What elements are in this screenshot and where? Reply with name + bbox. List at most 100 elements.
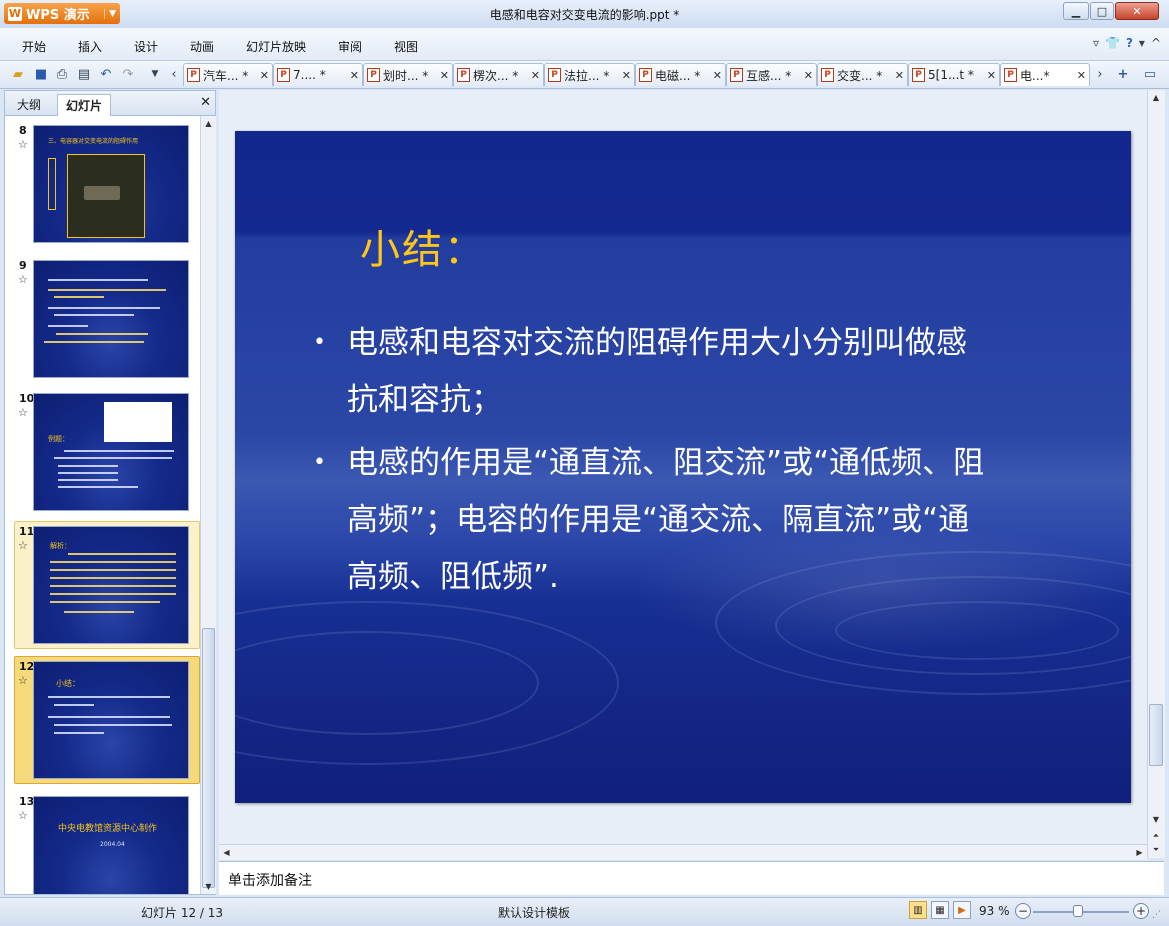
normal-view-button[interactable]: ▥ (909, 901, 927, 919)
bullet-text[interactable]: 电感和电容对交流的阻碍作用大小分别叫做感 抗和容抗； (347, 315, 1067, 429)
status-bar: 幻灯片 12 / 13 默认设计模板 ▥ ▦ ▶ 93 % − + ⋰ (0, 897, 1169, 926)
options-icon[interactable]: ▾ (1139, 36, 1145, 50)
close-tab-icon[interactable]: ✕ (260, 69, 269, 82)
scroll-thumb[interactable] (1149, 704, 1163, 766)
tab-list-icon[interactable]: ▭ (1142, 66, 1158, 82)
slide-thumbnail[interactable]: 解析： (33, 526, 189, 644)
print-preview-icon[interactable]: ▤ (76, 66, 92, 82)
tab-scroll-left-icon[interactable]: ‹ (166, 66, 182, 82)
close-tab-icon[interactable]: ✕ (440, 69, 449, 82)
close-button[interactable]: ✕ (1115, 2, 1159, 20)
help-icon[interactable]: ? (1126, 36, 1133, 50)
doc-tab[interactable]: P 7.... * ✕ (273, 63, 363, 86)
doc-tab-active[interactable]: P 电...* ✕ (1000, 63, 1090, 86)
maximize-button[interactable]: □ (1090, 2, 1114, 20)
slideshow-button[interactable]: ▶ (953, 901, 971, 919)
tab-scroll-right-icon[interactable]: › (1092, 66, 1108, 82)
doc-tab[interactable]: P 互感... * ✕ (726, 63, 817, 86)
close-tab-icon[interactable]: ✕ (622, 69, 631, 82)
slide-thumbnail[interactable]: 例题： (33, 393, 189, 511)
zoom-out-button[interactable]: − (1015, 903, 1031, 919)
doc-tab-label: 划时... * (383, 68, 429, 83)
slide-thumbnail[interactable]: 小结： (33, 661, 189, 779)
slide-sorter-button[interactable]: ▦ (931, 901, 949, 919)
redo-icon[interactable]: ↷ (120, 66, 136, 82)
scroll-right-icon[interactable]: ▶ (1132, 845, 1147, 860)
close-tab-icon[interactable]: ✕ (987, 69, 996, 82)
scroll-thumb[interactable] (202, 628, 215, 888)
scroll-down-icon[interactable]: ▼ (201, 879, 216, 894)
ppt-file-icon: P (187, 68, 200, 82)
close-tab-icon[interactable]: ✕ (895, 69, 904, 82)
thumbnail-scrollbar[interactable]: ▲ ▼ (200, 116, 216, 894)
new-tab-icon[interactable]: + (1115, 66, 1131, 82)
thumbnail-item[interactable]: 11 ☆ 解析： (5, 517, 200, 647)
scroll-up-icon[interactable]: ▲ (201, 116, 216, 131)
print-icon[interactable]: ⎙ (54, 66, 70, 82)
bullet-dot: • (313, 450, 326, 475)
tab-outline[interactable]: 大纲 (9, 94, 49, 115)
doc-tab[interactable]: P 法拉... * ✕ (544, 63, 635, 86)
menu-slideshow[interactable]: 幻灯片放映 (246, 38, 306, 55)
notes-placeholder[interactable]: 单击添加备注 (228, 870, 312, 890)
close-tab-icon[interactable]: ✕ (713, 69, 722, 82)
slide-thumbnail[interactable]: 中央电教馆资源中心制作 2004.04 (33, 796, 189, 894)
slide-thumbnail[interactable]: 三、电容器对交变电流的阻碍作用 (33, 125, 189, 243)
minimize-button[interactable]: ▁ (1063, 2, 1089, 20)
close-tab-icon[interactable]: ✕ (804, 69, 813, 82)
menu-design[interactable]: 设计 (134, 38, 158, 55)
chevron-down-icon[interactable]: ▿ (1093, 36, 1099, 50)
doc-tab[interactable]: P 电磁... * ✕ (635, 63, 726, 86)
previous-slide-icon[interactable]: ⏶ (1148, 828, 1164, 843)
zoom-slider-handle[interactable] (1073, 905, 1083, 917)
slide-heading[interactable]: 小结： (360, 217, 486, 275)
animation-star-icon: ☆ (18, 539, 28, 552)
thumbnail-subtitle: 2004.04 (100, 841, 125, 848)
bullet-text[interactable]: 电感的作用是“通直流、阻交流”或“通低频、阻 高频”；电容的作用是“通交流、隔直… (347, 435, 1067, 606)
menu-animation[interactable]: 动画 (190, 38, 214, 55)
undo-icon[interactable]: ↶ (98, 66, 114, 82)
doc-tab[interactable]: P 汽车... * ✕ (183, 63, 273, 86)
restore-ribbon-icon[interactable]: ^ (1151, 36, 1161, 50)
resize-grip-icon[interactable]: ⋰ (1152, 910, 1161, 920)
ppt-file-icon: P (912, 68, 925, 82)
editor-horizontal-scrollbar[interactable]: ◀ ▶ (219, 844, 1147, 860)
close-tab-icon[interactable]: ✕ (350, 69, 359, 82)
bullet-dot: • (313, 330, 326, 355)
menu-home[interactable]: 开始 (22, 38, 46, 55)
open-folder-icon[interactable]: ▰ (10, 66, 26, 82)
slide-thumbnail[interactable] (33, 260, 189, 378)
ppt-file-icon: P (367, 68, 380, 82)
thumbnail-item[interactable]: 13 ☆ 中央电教馆资源中心制作 2004.04 (5, 787, 200, 894)
zoom-in-button[interactable]: + (1133, 903, 1149, 919)
close-tab-icon[interactable]: ✕ (1077, 69, 1086, 82)
close-tab-icon[interactable]: ✕ (531, 69, 540, 82)
doc-tab[interactable]: P 楞次... * ✕ (453, 63, 544, 86)
thumbnail-item-current[interactable]: 12 ☆ 小结： (5, 652, 200, 782)
slides-panel: 大纲 幻灯片 ✕ 8 ☆ 三、电容器对交变电流的阻碍作用 9 ☆ 10 ☆ 例题… (4, 90, 216, 895)
menu-insert[interactable]: 插入 (78, 38, 102, 55)
next-slide-icon[interactable]: ⏷ (1148, 842, 1164, 857)
scroll-down-icon[interactable]: ▼ (1148, 812, 1164, 827)
scroll-left-icon[interactable]: ◀ (219, 845, 234, 860)
save-icon[interactable]: ■ (33, 66, 49, 82)
close-panel-icon[interactable]: ✕ (200, 95, 211, 110)
tab-slides[interactable]: 幻灯片 (57, 94, 112, 117)
doc-tab[interactable]: P 划时... * ✕ (363, 63, 453, 86)
customize-dropdown-icon[interactable]: ▼ (147, 66, 163, 82)
menu-view[interactable]: 视图 (394, 38, 418, 55)
doc-tab[interactable]: P 交变... * ✕ (817, 63, 908, 86)
editor-vertical-scrollbar[interactable]: ▲ ▼ ⏶ ⏷ (1147, 90, 1165, 858)
skin-icon[interactable]: 👕 (1105, 36, 1120, 50)
thumbnail-title: 例题： (48, 435, 69, 443)
thumbnail-item[interactable]: 9 ☆ (5, 251, 200, 381)
window-title: 电感和电容对交变电流的影响.ppt * (489, 8, 680, 22)
thumbnail-title: 解析： (50, 542, 71, 550)
scroll-up-icon[interactable]: ▲ (1148, 90, 1164, 105)
menu-review[interactable]: 审阅 (338, 38, 362, 55)
slide-canvas[interactable]: 小结： • 电感和电容对交流的阻碍作用大小分别叫做感 抗和容抗； • 电感的作用… (235, 131, 1131, 803)
thumbnail-item[interactable]: 10 ☆ 例题： (5, 384, 200, 514)
doc-tab[interactable]: P 5[1...t * ✕ (908, 63, 1000, 86)
thumbnail-item[interactable]: 8 ☆ 三、电容器对交变电流的阻碍作用 (5, 116, 200, 246)
notes-pane[interactable]: 单击添加备注 (219, 861, 1164, 895)
